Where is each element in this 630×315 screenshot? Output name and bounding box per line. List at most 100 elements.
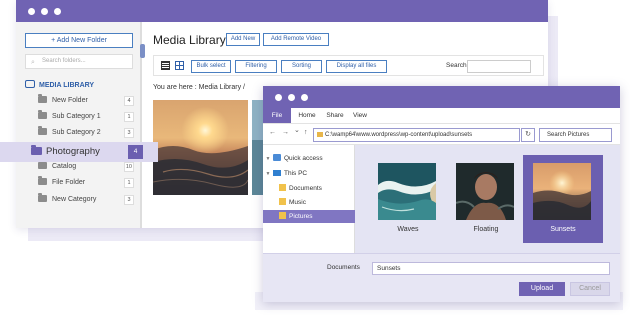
file-tile-sunsets[interactable]: Sunsets <box>523 155 603 243</box>
file-tile-waves[interactable]: Waves <box>368 155 448 243</box>
folder-icon <box>38 110 47 119</box>
window-dot-icon[interactable] <box>275 94 282 101</box>
filename-label: Documents <box>327 264 360 271</box>
media-thumbnail-sunset[interactable] <box>153 100 248 195</box>
sunset-sea-image <box>533 163 591 220</box>
folder-item-new-folder[interactable]: New Folder 4 <box>38 94 134 106</box>
list-view-icon[interactable] <box>161 61 170 70</box>
nav-item-label: Pictures <box>289 213 313 220</box>
media-library-root[interactable]: MEDIA LIBRARY <box>25 80 94 91</box>
folder-label: New Category <box>52 196 97 203</box>
tab-share[interactable]: Share <box>323 108 347 123</box>
address-field[interactable]: C:\wamp64\www.wordpress\wp-content\uploa… <box>313 128 520 142</box>
refresh-icon[interactable]: ↻ <box>521 128 535 142</box>
window-dot-icon[interactable] <box>288 94 295 101</box>
nav-item-music[interactable]: Music <box>263 196 355 209</box>
display-all-files-button[interactable]: Display all files <box>326 60 387 73</box>
window-dot-icon[interactable] <box>301 94 308 101</box>
floating-thumbnail <box>456 163 514 220</box>
folder-item-new-category[interactable]: New Category 3 <box>38 193 134 205</box>
folder-label: Catalog <box>52 163 77 170</box>
back-arrow-icon[interactable]: ← <box>269 129 276 136</box>
nav-item-label: Music <box>289 199 306 206</box>
folder-icon <box>38 94 47 103</box>
folder-label: Sub Category 1 <box>52 113 101 120</box>
search-icon: ⌕ <box>31 59 35 66</box>
folder-count: 4 <box>124 96 134 106</box>
file-tile-label: Floating <box>473 226 499 233</box>
folder-item-file-folder[interactable]: File Folder 1 <box>38 176 134 188</box>
history-dropdown-icon[interactable]: ⌄ <box>294 126 300 134</box>
sunsets-thumbnail <box>533 163 591 220</box>
add-remote-video-button[interactable]: Add Remote Video <box>263 33 329 46</box>
filtering-button[interactable]: Filtering <box>235 60 277 73</box>
add-new-button[interactable]: Add New <box>226 33 260 46</box>
folder-icon <box>279 198 286 205</box>
dialog-footer: Documents Sunsets Upload Cancel <box>263 253 620 302</box>
tab-file[interactable]: File <box>263 108 291 123</box>
filename-input[interactable]: Sunsets <box>372 262 610 275</box>
media-library-icon <box>25 80 35 88</box>
file-list: Waves Floating Sunsets <box>355 145 620 253</box>
photography-folder-count: 4 <box>128 145 143 159</box>
computer-icon <box>273 170 281 176</box>
chevron-down-icon: ▼ <box>265 156 271 162</box>
cancel-button[interactable]: Cancel <box>570 282 610 296</box>
folder-sidebar: + Add New Folder ⌕ Search folders... MED… <box>16 22 142 228</box>
nav-item-label: Documents <box>289 185 322 192</box>
folder-icon <box>279 184 286 191</box>
sunset-sea-image <box>153 100 248 195</box>
window-titlebar <box>16 0 548 22</box>
folder-count: 1 <box>124 112 134 122</box>
waves-image <box>378 163 436 220</box>
bulk-select-button[interactable]: Bulk select <box>191 60 231 73</box>
file-upload-dialog: File Home Share View ← → ⌄ ↑ C:\wamp64\w… <box>263 86 620 302</box>
navigation-pane: ▼ Quick access ▼ This PC Documents Music P… <box>263 145 355 253</box>
window-dot-icon[interactable] <box>41 8 48 15</box>
nav-item-label: This PC <box>284 170 308 177</box>
search-label: Search <box>446 62 467 69</box>
nav-item-this-pc[interactable]: ▼ This PC <box>263 167 355 180</box>
nav-item-pictures[interactable]: Pictures <box>263 210 355 223</box>
up-arrow-icon[interactable]: ↑ <box>304 129 308 136</box>
folder-icon <box>38 176 47 185</box>
address-path: C:\wamp64\www.wordpress\wp-content\uploa… <box>325 132 473 138</box>
address-bar-row: ← → ⌄ ↑ C:\wamp64\www.wordpress\wp-conte… <box>263 123 620 145</box>
grid-view-icon[interactable] <box>175 61 184 70</box>
folder-icon <box>279 212 286 219</box>
nav-item-documents[interactable]: Documents <box>263 182 355 195</box>
sorting-button[interactable]: Sorting <box>281 60 322 73</box>
photography-folder-label: Photography <box>46 146 100 157</box>
folder-label: Sub Category 2 <box>52 129 101 136</box>
tab-view[interactable]: View <box>350 108 370 123</box>
search-pictures-input[interactable]: Search Pictures <box>539 128 612 142</box>
window-dot-icon[interactable] <box>28 8 35 15</box>
folder-icon <box>38 160 47 169</box>
dialog-titlebar <box>263 86 620 108</box>
folder-item-catalog[interactable]: Catalog 10 <box>38 160 134 172</box>
breadcrumb: You are here : Media Library / <box>153 84 245 91</box>
page-title: Media Library <box>153 33 226 47</box>
search-folders-input[interactable]: ⌕ Search folders... <box>25 54 133 69</box>
window-dot-icon[interactable] <box>54 8 61 15</box>
file-tile-label: Sunsets <box>550 226 576 233</box>
folder-icon <box>31 145 42 155</box>
media-search-input[interactable] <box>467 60 531 73</box>
folder-count: 10 <box>123 162 134 172</box>
folder-item-sub-category-1[interactable]: Sub Category 1 1 <box>38 110 134 122</box>
folder-label: File Folder <box>52 179 86 186</box>
folder-icon <box>38 193 47 202</box>
folder-item-sub-category-2[interactable]: Sub Category 2 3 <box>38 126 134 138</box>
sidebar-scrollbar-thumb[interactable] <box>140 44 145 58</box>
folder-icon <box>317 132 323 137</box>
nav-item-label: Quick access <box>284 155 323 162</box>
forward-arrow-icon[interactable]: → <box>282 129 289 136</box>
folder-label: New Folder <box>52 97 88 104</box>
folder-count: 3 <box>124 128 134 138</box>
add-new-folder-button[interactable]: + Add New Folder <box>25 33 133 48</box>
tab-home[interactable]: Home <box>295 108 319 123</box>
file-tile-floating[interactable]: Floating <box>446 155 526 243</box>
quick-access-icon <box>273 154 281 161</box>
upload-button[interactable]: Upload <box>519 282 565 296</box>
nav-item-quick-access[interactable]: ▼ Quick access <box>263 152 355 165</box>
